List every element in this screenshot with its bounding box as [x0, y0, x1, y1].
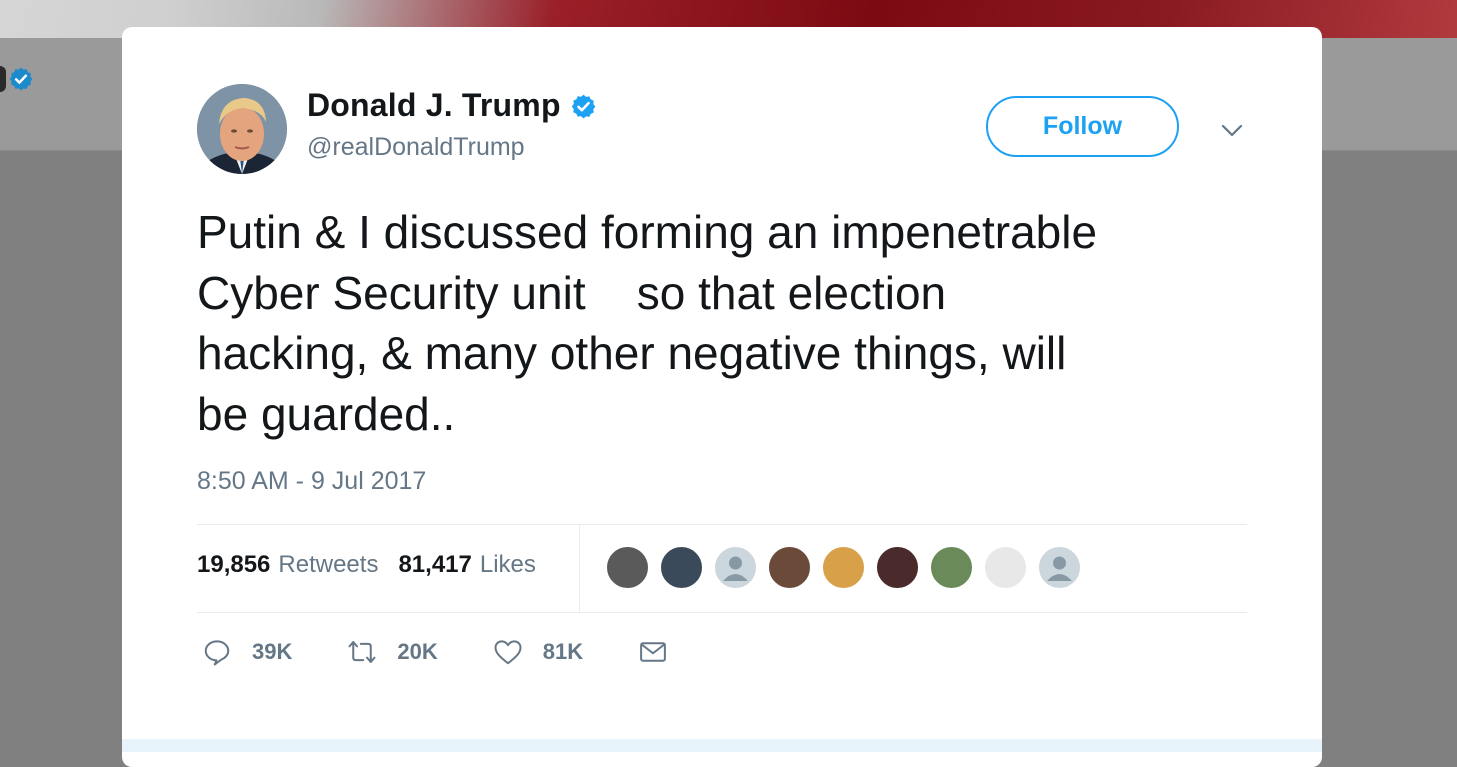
display-name[interactable]: Donald J. Trump [307, 87, 561, 124]
liker-avatar-3[interactable] [713, 545, 758, 590]
divider-bottom [197, 612, 1247, 613]
follow-button[interactable]: Follow [986, 96, 1179, 157]
tweet-card: Donald J. Trump @realDonaldTrump Follow … [122, 27, 1322, 767]
retweets-count: 19,856 [197, 551, 271, 578]
divider-top [197, 524, 1247, 525]
retweets-label: Retweets [278, 551, 379, 578]
liker-avatar-6[interactable] [875, 545, 920, 590]
likes-label: Likes [479, 551, 536, 578]
reply-count: 39K [252, 639, 293, 664]
default-avatar-icon [1047, 556, 1072, 581]
retweet-action[interactable]: 20K [347, 637, 438, 667]
tweet-timestamp[interactable]: 8:50 AM - 9 Jul 2017 [197, 467, 426, 496]
liker-avatar-8[interactable] [983, 545, 1028, 590]
direct-message-action[interactable] [638, 637, 668, 667]
retweet-icon [348, 641, 376, 663]
verified-badge-icon [9, 67, 33, 91]
retweets-stat[interactable]: 19,856 Retweets [197, 551, 378, 579]
like-action[interactable]: 81K [493, 637, 583, 667]
retweet-count: 20K [397, 639, 438, 664]
liker-avatar-9[interactable] [1037, 545, 1082, 590]
heart-icon [494, 640, 522, 665]
tweet-actions: 39K 20K 81K [202, 637, 723, 667]
envelope-icon [640, 642, 666, 662]
verified-badge-icon [571, 94, 596, 119]
tweet-text: Putin & I discussed forming an impenetra… [197, 206, 1098, 440]
card-footer [122, 739, 1322, 752]
liker-avatar-2[interactable] [659, 545, 704, 590]
reply-icon [204, 640, 230, 666]
liker-avatar-1[interactable] [605, 545, 650, 590]
reply-action[interactable]: 39K [202, 637, 292, 667]
likes-stat[interactable]: 81,417 Likes [398, 551, 535, 579]
tweet-stats: 19,856 Retweets 81,417 Likes [197, 551, 536, 579]
avatar[interactable] [197, 84, 287, 174]
background-avatar-edge [0, 66, 6, 92]
likes-count: 81,417 [398, 551, 472, 578]
user-handle[interactable]: @realDonaldTrump [307, 133, 525, 162]
liker-avatar-5[interactable] [821, 545, 866, 590]
liked-by-avatars [605, 545, 1091, 590]
liker-avatar-7[interactable] [929, 545, 974, 590]
default-avatar-icon [723, 556, 748, 581]
stats-divider [579, 524, 580, 612]
chevron-down-icon[interactable] [1220, 118, 1244, 142]
avatar-image [197, 84, 287, 174]
liker-avatar-4[interactable] [767, 545, 812, 590]
like-count: 81K [542, 639, 584, 664]
